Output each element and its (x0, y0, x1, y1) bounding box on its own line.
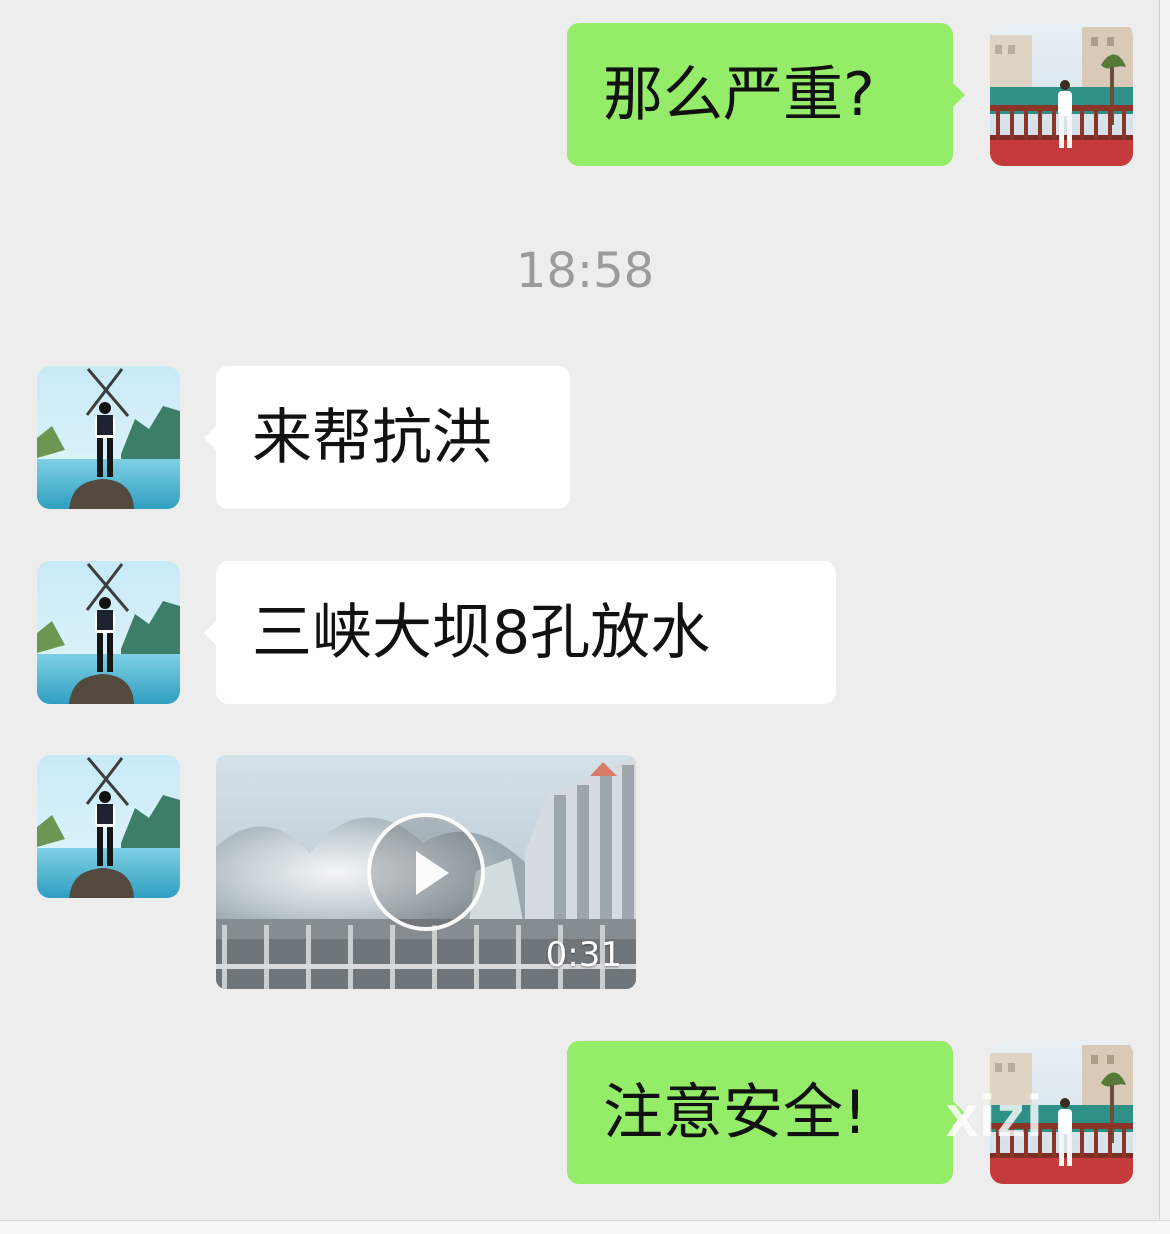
video-message[interactable]: 0:31 (216, 755, 636, 989)
message-text: 三峡大坝8孔放水 (252, 597, 711, 668)
play-icon (416, 851, 449, 895)
play-button[interactable] (367, 813, 485, 931)
self-avatar[interactable] (990, 23, 1133, 166)
input-area-edge (0, 1221, 1170, 1234)
message-text: 来帮抗洪 (252, 402, 492, 473)
watermark-logo: xizi (946, 1084, 1044, 1149)
message-text: 注意安全! (603, 1077, 868, 1148)
chat-thread: 那么严重? 18:58 来帮抗洪 三峡大坝8孔放水 0:31 注意安全! xiz… (0, 0, 1170, 1234)
contact-message-bubble[interactable]: 来帮抗洪 (204, 366, 570, 509)
contact-avatar[interactable] (37, 755, 180, 898)
contact-avatar-image (37, 755, 180, 898)
scrollbar[interactable] (1159, 0, 1170, 1222)
contact-avatar[interactable] (37, 366, 180, 509)
contact-avatar-image (37, 366, 180, 509)
message-timestamp: 18:58 (515, 243, 655, 299)
contact-avatar[interactable] (37, 561, 180, 704)
self-message-bubble[interactable]: 那么严重? (567, 23, 965, 166)
self-message-bubble[interactable]: 注意安全! (567, 1041, 965, 1184)
self-avatar-image (990, 23, 1133, 166)
message-text: 那么严重? (603, 59, 875, 130)
contact-message-bubble[interactable]: 三峡大坝8孔放水 (204, 561, 836, 704)
contact-avatar-image (37, 561, 180, 704)
video-duration: 0:31 (545, 935, 622, 975)
